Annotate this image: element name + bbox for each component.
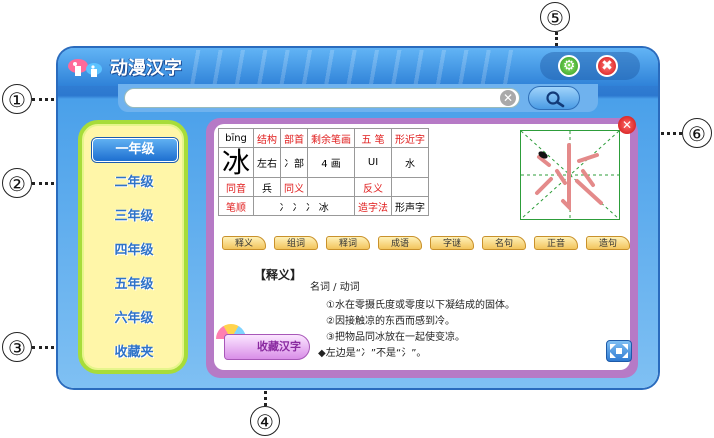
radical-label: 部首 [280, 128, 309, 148]
tab-riddles[interactable]: 字谜 [430, 236, 474, 250]
app-close-button[interactable]: ✖ [596, 55, 618, 77]
similar-label: 形近字 [391, 128, 430, 148]
homophone-label: 同音 [217, 177, 255, 197]
character-info-table: bīng 结构 部首 剩余笔画 五 笔 形近字 冰 左右 冫部 4 画 UI 水… [217, 128, 430, 216]
tab-famous-quotes[interactable]: 名句 [482, 236, 526, 250]
clear-search-icon[interactable]: ✕ [500, 90, 516, 106]
settings-button[interactable]: ⚙ [558, 55, 580, 77]
tab-sentences[interactable]: 造句 [586, 236, 630, 250]
tab-pronunciation[interactable]: 正音 [534, 236, 578, 250]
definition-line-3: ③把物品同冰放在一起使变凉。 [326, 332, 465, 343]
grade-item-4[interactable]: 四年级 [92, 240, 176, 262]
callout-6: ⑥ [682, 118, 712, 148]
character-detail-panel: bīng 结构 部首 剩余笔画 五 笔 形近字 冰 左右 冫部 4 画 UI 水… [206, 116, 638, 378]
structure-label: 结构 [253, 128, 282, 148]
close-panel-button[interactable]: ✕ [618, 116, 636, 134]
remaining-strokes-value: 4 画 [307, 147, 356, 178]
tab-word-meanings[interactable]: 释词 [326, 236, 370, 250]
tab-definition[interactable]: 释义 [222, 236, 266, 250]
grade-item-5[interactable]: 五年级 [92, 274, 176, 296]
remaining-strokes-label: 剩余笔画 [307, 128, 356, 148]
tab-word-groups[interactable]: 组词 [274, 236, 318, 250]
tab-idioms[interactable]: 成语 [378, 236, 422, 250]
titlebar-button-group [540, 52, 640, 80]
app-window: 动漫汉字 ⚙ ✖ ✕ 一年级 二年级 三年级 四年级 五年级 六年级 收藏夹 b… [58, 48, 658, 388]
stroke-order-value: 冫 冫 冫 冰 [253, 196, 356, 216]
homophone-value: 兵 [253, 177, 282, 197]
stroke-order-label: 笔顺 [217, 196, 255, 216]
callout-2: ② [2, 168, 32, 198]
expand-icon [610, 344, 628, 358]
wubi-value: UI [354, 147, 393, 178]
definition-note: ◆左边是“冫”不是“氵”。 [318, 348, 427, 359]
synonym-value [307, 177, 356, 197]
wubi-label: 五 笔 [354, 128, 393, 148]
mushroom-logo-icon [68, 59, 102, 77]
character-detail-body: bīng 结构 部首 剩余笔画 五 笔 形近字 冰 左右 冫部 4 画 UI 水… [214, 124, 632, 370]
antonym-label: 反义 [354, 177, 393, 197]
character-glyph: 冰 [217, 147, 255, 178]
favorites-item[interactable]: 收藏夹 [92, 342, 176, 364]
callout-1: ① [2, 84, 32, 114]
callout-3: ③ [2, 332, 32, 362]
definition-line-1: ①水在零摄氏度或零度以下凝结成的固体。 [326, 300, 515, 311]
similar-value: 水 [391, 147, 430, 178]
definition-line-2: ②因接触凉的东西而感到冷。 [326, 316, 455, 327]
radical-value: 冫部 [280, 147, 309, 178]
search-button[interactable] [528, 86, 580, 110]
definition-heading: 【释义】 [254, 268, 303, 282]
formation-value: 形声字 [391, 196, 430, 216]
formation-label: 造字法 [354, 196, 393, 216]
grade-list-panel: 一年级 二年级 三年级 四年级 五年级 六年级 收藏夹 [78, 120, 188, 374]
structure-value: 左右 [253, 147, 282, 178]
search-icon [546, 91, 565, 108]
app-title: 动漫汉字 [110, 58, 182, 79]
pinyin: bīng [217, 128, 255, 148]
tab-bar: 释义 组词 释词 成语 字谜 名句 正音 造句 [222, 236, 632, 252]
grade-item-6[interactable]: 六年级 [92, 308, 176, 330]
part-of-speech: 名词 / 动词 [310, 282, 360, 293]
writing-grid [521, 131, 619, 219]
grade-item-1[interactable]: 一年级 [92, 138, 178, 162]
title-bar: 动漫汉字 ⚙ ✖ [58, 48, 658, 86]
fullscreen-button[interactable] [606, 340, 632, 362]
search-input[interactable] [124, 88, 520, 108]
title-decoration [178, 50, 518, 84]
synonym-label: 同义 [280, 177, 309, 197]
callout-5: ⑤ [540, 2, 570, 32]
grade-item-2[interactable]: 二年级 [92, 172, 176, 194]
antonym-value [391, 177, 430, 197]
grade-item-3[interactable]: 三年级 [92, 206, 176, 228]
stroke-animation-grid[interactable] [520, 130, 620, 220]
callout-4: ④ [250, 406, 280, 436]
add-favorite-button[interactable]: 收藏汉字 [224, 334, 310, 360]
